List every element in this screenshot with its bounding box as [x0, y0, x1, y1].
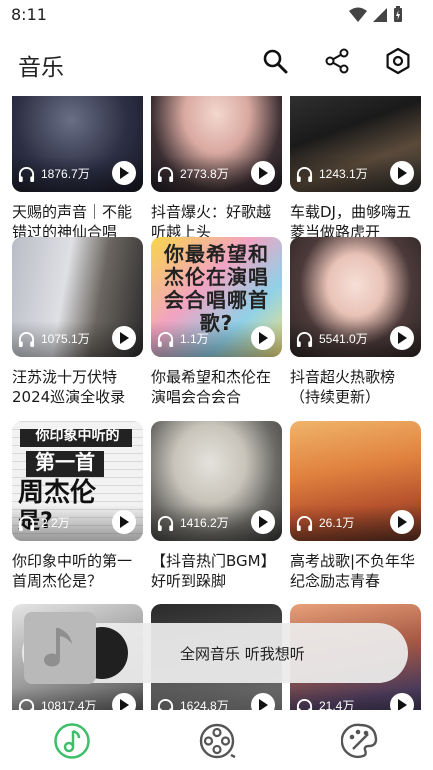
now-playing-bar[interactable]: 全网音乐 听我想听: [22, 612, 408, 684]
now-playing-text: 全网音乐 听我想听: [180, 645, 305, 663]
share-button[interactable]: [320, 44, 354, 78]
headphone-icon: [18, 166, 35, 183]
play-button[interactable]: [390, 510, 414, 534]
now-playing-cover: [24, 612, 96, 684]
playlist-card[interactable]: 你印象中听的 第一首 周杰伦 是? 2.2万 你印象中听的第一首周杰伦是？: [12, 421, 143, 593]
status-icons: [349, 6, 403, 23]
play-button[interactable]: [251, 693, 275, 710]
play-button[interactable]: [112, 161, 136, 185]
app-bar: 音乐: [0, 30, 433, 96]
search-button[interactable]: [258, 44, 292, 78]
film-reel-icon: [199, 723, 236, 759]
headphone-icon: [157, 698, 174, 710]
playlist-title: 抖音超火热歌榜（持续更新）: [290, 368, 396, 406]
share-icon: [325, 48, 349, 74]
headphone-icon: [18, 515, 35, 532]
playlist-title: 你印象中听的第一首周杰伦是？: [12, 552, 133, 590]
search-icon: [263, 49, 288, 74]
play-button[interactable]: [251, 326, 275, 350]
status-bar: 8:11: [0, 0, 433, 30]
play-button[interactable]: [112, 693, 136, 710]
music-note-icon: [54, 723, 90, 759]
play-icon: [259, 516, 268, 528]
play-button[interactable]: [390, 326, 414, 350]
playlist-title: 高考战歌|不负年华纪念励志青春: [290, 552, 416, 590]
play-count: 5541.0万: [319, 332, 368, 346]
playlist-card[interactable]: 5541.0万 抖音超火热歌榜（持续更新）: [290, 237, 421, 409]
play-icon: [120, 167, 129, 179]
headphone-icon: [296, 515, 313, 532]
playlist-title: 【抖音热门BGM】好听到跺脚: [151, 552, 276, 590]
nav-theme[interactable]: [340, 722, 379, 760]
playlist-card[interactable]: 1416.2万 【抖音热门BGM】好听到跺脚: [151, 421, 282, 593]
headphone-icon: [157, 331, 174, 348]
play-count: 1876.7万: [41, 167, 90, 181]
play-count: 1416.2万: [180, 516, 229, 530]
playlist-cover: 你印象中听的 第一首 周杰伦 是? 2.2万: [12, 421, 143, 541]
headphone-icon: [18, 698, 35, 710]
playlist-card[interactable]: 1876.7万 天赐的声音｜不能错过的神仙合唱: [12, 96, 143, 244]
playlist-cover: 1075.1万: [12, 237, 143, 357]
page-title: 音乐: [18, 55, 64, 81]
playlist-card[interactable]: 1243.1万 车载DJ，曲够嗨五菱当做路虎开: [290, 96, 421, 244]
headphone-icon: [157, 515, 174, 532]
nav-music[interactable]: [53, 722, 91, 760]
play-button[interactable]: [112, 510, 136, 534]
playlist-card[interactable]: 你最希望和杰伦在演唱会合唱哪首歌? 1.1万 你最希望和杰伦在演唱会合会合: [151, 237, 282, 409]
play-icon: [259, 167, 268, 179]
playlist-card[interactable]: 1075.1万 汪苏泷十万伏特2024巡演全收录: [12, 237, 143, 409]
headphone-icon: [296, 331, 313, 348]
signal-icon: [373, 7, 387, 22]
music-note-icon: [44, 628, 72, 667]
playlist-title: 你最希望和杰伦在演唱会合会合: [151, 368, 272, 406]
play-count: 26.1万: [319, 516, 355, 530]
palette-icon: [340, 723, 378, 759]
playlist-cover: 1243.1万: [290, 96, 421, 192]
play-button[interactable]: [112, 326, 136, 350]
play-icon: [398, 516, 407, 528]
play-icon: [120, 699, 129, 710]
play-button[interactable]: [390, 693, 414, 710]
play-button[interactable]: [390, 161, 414, 185]
wifi-icon: [349, 7, 367, 22]
play-icon: [398, 332, 407, 344]
status-time: 8:11: [11, 5, 47, 24]
playlist-cover: 1416.2万: [151, 421, 282, 541]
playlist-card[interactable]: 2773.8万 抖音爆火：好歌越听越上头: [151, 96, 282, 244]
headphone-icon: [296, 698, 313, 710]
cover-art-text: 你印象中听的: [35, 428, 120, 444]
play-icon: [398, 699, 407, 710]
play-icon: [398, 167, 407, 179]
bottom-nav: [0, 710, 433, 770]
play-count: 2773.8万: [180, 167, 229, 181]
headphone-icon: [18, 331, 35, 348]
headphone-icon: [157, 166, 174, 183]
play-count: 2.2万: [41, 516, 70, 530]
cover-art-text: 第一首: [35, 450, 95, 474]
play-icon: [120, 332, 129, 344]
play-count: 1.1万: [180, 332, 209, 346]
play-icon: [259, 699, 268, 710]
play-icon: [259, 332, 268, 344]
play-icon: [120, 516, 129, 528]
playlist-cover: 26.1万: [290, 421, 421, 541]
playlist-card[interactable]: 26.1万 高考战歌|不负年华纪念励志青春: [290, 421, 421, 593]
play-count: 21.4万: [319, 699, 355, 710]
playlist-cover: 2773.8万: [151, 96, 282, 192]
playlist-title: 汪苏泷十万伏特2024巡演全收录: [12, 368, 126, 406]
play-button[interactable]: [251, 510, 275, 534]
play-count: 1075.1万: [41, 332, 90, 346]
playlist-cover: 5541.0万: [290, 237, 421, 357]
play-button[interactable]: [251, 161, 275, 185]
headphone-icon: [296, 166, 313, 183]
play-count: 1624.8万: [180, 699, 229, 710]
play-count: 1243.1万: [319, 167, 368, 181]
settings-icon: [386, 47, 410, 75]
nav-video[interactable]: [198, 722, 236, 760]
playlist-cover: 你最希望和杰伦在演唱会合唱哪首歌? 1.1万: [151, 237, 282, 357]
settings-button[interactable]: [381, 44, 415, 78]
battery-icon: [394, 6, 402, 22]
playlist-cover: 1876.7万: [12, 96, 143, 192]
play-count: 10817.4万: [41, 699, 97, 710]
